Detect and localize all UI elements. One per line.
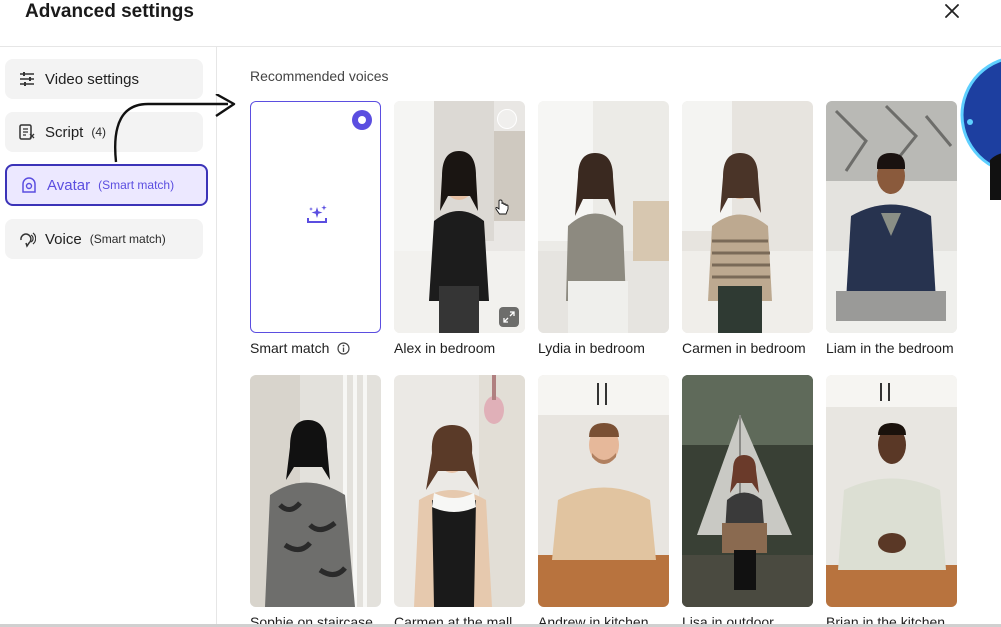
section-title: Recommended voices [250, 68, 389, 84]
avatar-card-label: Liam in the bedroom [826, 340, 954, 356]
avatar-thumbnail [826, 375, 957, 607]
sidebar-item-video-settings[interactable]: Video settings [5, 59, 203, 99]
voice-mode-label: (Smart match) [89, 232, 166, 246]
avatar-thumbnail [538, 101, 669, 333]
script-count-badge: (4) [91, 125, 107, 139]
avatar-card-carmen-bedroom[interactable] [682, 101, 813, 333]
avatar-card-label: Carmen in bedroom [682, 340, 806, 356]
voice-icon [17, 229, 37, 249]
expand-icon [503, 311, 515, 323]
avatar-card-label: Lydia in bedroom [538, 340, 645, 356]
settings-sidebar: Video settings Script (4) Avatar (Smart … [0, 47, 217, 627]
expand-button[interactable] [499, 307, 519, 327]
dialog-title: Advanced settings [25, 1, 194, 22]
sidebar-item-label: Script [45, 123, 84, 141]
avatar-card-label: Smart match [250, 340, 386, 356]
avatar-card-carmen-mall[interactable] [394, 375, 525, 607]
avatar-thumbnail [682, 375, 813, 607]
sidebar-item-voice[interactable]: Voice (Smart match) [5, 219, 203, 259]
avatar-card-label: Alex in bedroom [394, 340, 496, 356]
avatar-card-alex[interactable] [394, 101, 525, 333]
sidebar-item-label: Avatar [47, 176, 91, 194]
sliders-icon [17, 69, 37, 89]
sidebar-item-avatar[interactable]: Avatar (Smart match) [5, 164, 208, 206]
avatar-card-liam[interactable] [826, 101, 957, 333]
close-icon [945, 4, 959, 18]
avatar-card-sophie[interactable] [250, 375, 381, 607]
avatar-thumbnail [682, 101, 813, 333]
sidebar-item-label: Video settings [45, 70, 139, 88]
avatar-mode-label: (Smart match) [98, 178, 175, 192]
info-icon[interactable] [337, 342, 350, 355]
avatar-thumbnail [394, 375, 525, 607]
avatar-icon [19, 175, 39, 195]
avatar-card-lisa[interactable] [682, 375, 813, 607]
avatar-card-andrew[interactable] [538, 375, 669, 607]
cursor-hand-icon [495, 199, 509, 215]
select-radio[interactable] [497, 109, 517, 129]
avatar-card-brian[interactable] [826, 375, 957, 607]
avatar-thumbnail [394, 101, 525, 333]
avatar-card-smart-match[interactable] [250, 101, 381, 333]
sparkle-icon [307, 205, 327, 223]
sidebar-item-label: Voice [45, 230, 82, 248]
sidebar-item-script[interactable]: Script (4) [5, 112, 203, 152]
close-button[interactable] [941, 0, 963, 22]
avatar-gallery: Recommended voices Smart match Alex in b… [218, 48, 1001, 627]
avatar-thumbnail [250, 375, 381, 607]
avatar-thumbnail [826, 101, 957, 333]
script-icon [17, 122, 37, 142]
avatar-card-lydia[interactable] [538, 101, 669, 333]
selected-radio[interactable] [352, 110, 372, 130]
avatar-thumbnail [538, 375, 669, 607]
dialog-header: Advanced settings [0, 0, 1001, 47]
